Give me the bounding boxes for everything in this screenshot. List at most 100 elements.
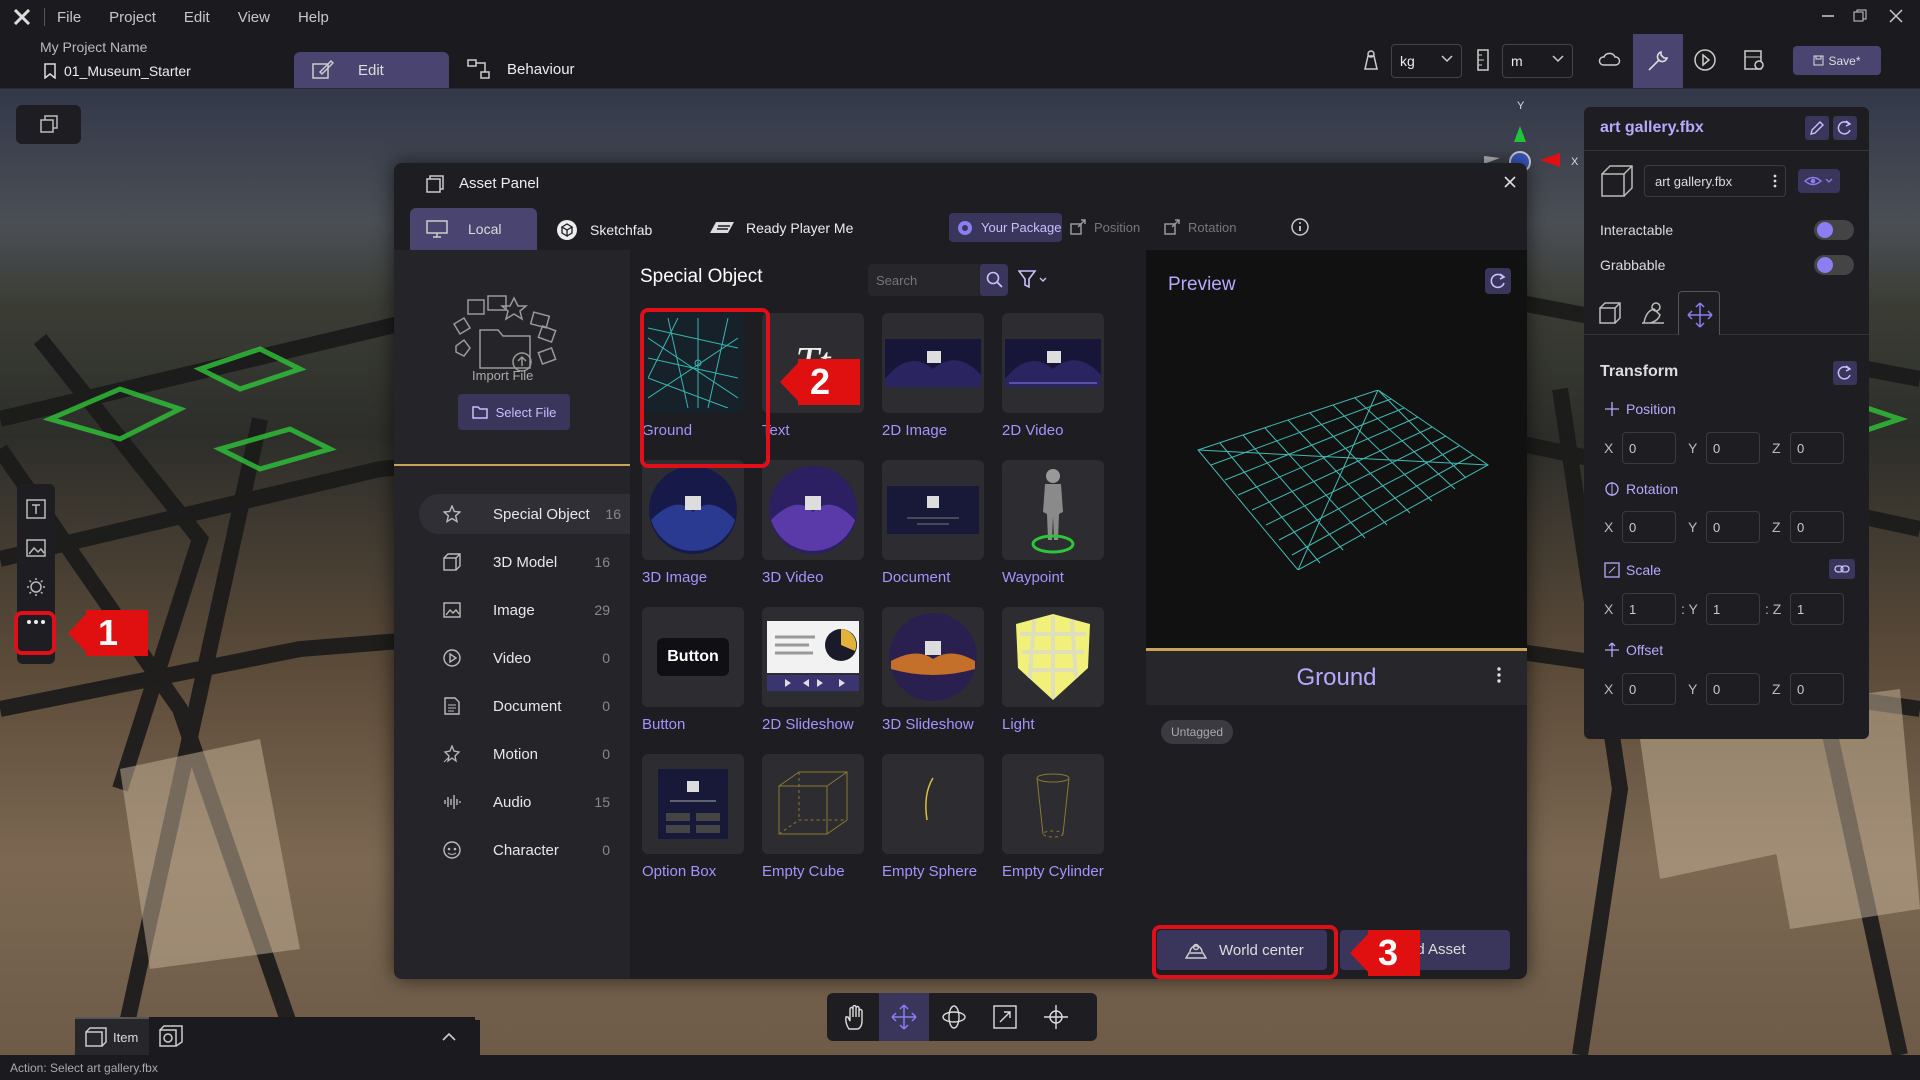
asset-empty-cylinder[interactable]: Empty Cylinder bbox=[1002, 754, 1104, 894]
menu-view[interactable]: View bbox=[238, 9, 270, 26]
mode-tab-edit[interactable]: Edit bbox=[294, 52, 449, 88]
rotation-y-input[interactable]: 0 bbox=[1706, 511, 1760, 543]
filter-icon[interactable] bbox=[1018, 270, 1050, 290]
scale-y-input[interactable]: 1 bbox=[1706, 593, 1760, 625]
restore-icon[interactable] bbox=[1852, 8, 1868, 24]
asset-button[interactable]: Button Button bbox=[642, 607, 744, 747]
image-tool-icon[interactable] bbox=[26, 539, 46, 557]
light-tool-icon[interactable] bbox=[26, 577, 46, 597]
position-z-input[interactable]: 0 bbox=[1790, 432, 1844, 464]
scene-selector[interactable]: 01_Museum_Starter bbox=[44, 63, 191, 79]
menu-help[interactable]: Help bbox=[298, 9, 329, 26]
objects-icon[interactable] bbox=[159, 1025, 183, 1047]
search-button[interactable] bbox=[980, 264, 1008, 296]
layers-button[interactable] bbox=[16, 105, 81, 144]
hand-icon[interactable] bbox=[843, 1005, 867, 1031]
asset-waypoint[interactable]: Waypoint bbox=[1002, 460, 1104, 600]
chevron-down-icon bbox=[1552, 55, 1564, 63]
category-character[interactable]: Character 0 bbox=[419, 830, 619, 870]
category-3d-model[interactable]: 3D Model 16 bbox=[419, 542, 619, 582]
offset-x-input[interactable]: 0 bbox=[1622, 673, 1676, 705]
asset-document[interactable]: Document bbox=[882, 460, 984, 600]
cloud-icon[interactable] bbox=[1597, 49, 1621, 69]
menu-file[interactable]: File bbox=[57, 9, 81, 26]
rotate-tool-icon[interactable] bbox=[941, 1004, 967, 1030]
category-special-object[interactable]: Special Object 16 bbox=[419, 494, 630, 534]
mode-tab-behaviour[interactable]: Behaviour bbox=[467, 59, 575, 79]
category-image[interactable]: Image 29 bbox=[419, 590, 619, 630]
info-icon[interactable] bbox=[1291, 218, 1309, 236]
asset-3d-video[interactable]: 3D Video bbox=[762, 460, 864, 600]
pivot-tool-icon[interactable] bbox=[1043, 1004, 1069, 1030]
move-tool-button[interactable] bbox=[879, 993, 929, 1041]
category-audio[interactable]: Audio 15 bbox=[419, 782, 619, 822]
offset-y-input[interactable]: 0 bbox=[1706, 673, 1760, 705]
asset-empty-cube[interactable]: Empty Cube bbox=[762, 754, 864, 894]
category-document[interactable]: Document 0 bbox=[419, 686, 619, 726]
position-x-input[interactable]: 0 bbox=[1622, 432, 1676, 464]
asset-empty-sphere[interactable]: Empty Sphere bbox=[882, 754, 984, 894]
kebab-menu-icon[interactable] bbox=[1773, 174, 1777, 188]
position-y-input[interactable]: 0 bbox=[1706, 432, 1760, 464]
star-icon bbox=[441, 505, 463, 523]
your-package-button[interactable]: Your Package bbox=[949, 213, 1062, 242]
reset-transform-button[interactable] bbox=[1833, 361, 1857, 385]
position-toggle[interactable]: Position bbox=[1070, 219, 1140, 235]
scale-tool-icon[interactable] bbox=[992, 1004, 1018, 1030]
tab-rpm-label: Ready Player Me bbox=[746, 220, 854, 236]
tab-model-icon[interactable] bbox=[1598, 301, 1622, 325]
preview-pane[interactable]: Preview bbox=[1146, 250, 1527, 648]
tab-transform[interactable] bbox=[1678, 291, 1720, 335]
inspector-tabs bbox=[1584, 291, 1869, 335]
asset-2d-video[interactable]: 2D Video bbox=[1002, 313, 1104, 453]
interactable-toggle[interactable] bbox=[1814, 220, 1854, 240]
grabbable-toggle[interactable] bbox=[1814, 255, 1854, 275]
select-file-button[interactable]: Select File bbox=[458, 394, 570, 430]
close-window-icon[interactable] bbox=[1888, 8, 1904, 24]
object-cube-icon bbox=[1600, 164, 1634, 198]
asset-2d-slideshow[interactable]: 2D Slideshow bbox=[762, 607, 864, 747]
scale-z-input[interactable]: 1 bbox=[1790, 593, 1844, 625]
close-icon[interactable] bbox=[1503, 175, 1517, 189]
rotation-z-input[interactable]: 0 bbox=[1790, 511, 1844, 543]
category-motion[interactable]: Motion 0 bbox=[419, 734, 619, 774]
asset-light[interactable]: Light bbox=[1002, 607, 1104, 747]
asset-option-box[interactable]: Option Box bbox=[642, 754, 744, 894]
rotation-toggle[interactable]: Rotation bbox=[1164, 219, 1236, 235]
asset-3d-image[interactable]: 3D Image bbox=[642, 460, 744, 600]
publish-icon[interactable] bbox=[1742, 48, 1766, 72]
asset-2d-image[interactable]: 2D Image bbox=[882, 313, 984, 453]
scale-x-input[interactable]: 1 bbox=[1622, 593, 1676, 625]
mass-unit-select[interactable]: kg bbox=[1391, 44, 1462, 78]
tag-chip[interactable]: Untagged bbox=[1161, 720, 1234, 744]
chevron-up-icon[interactable] bbox=[442, 1032, 456, 1042]
menu-edit[interactable]: Edit bbox=[184, 9, 210, 26]
tools-button[interactable] bbox=[1633, 34, 1683, 88]
reset-object-button[interactable] bbox=[1833, 116, 1857, 140]
menu-project[interactable]: Project bbox=[109, 9, 156, 26]
kebab-menu-icon[interactable] bbox=[1497, 667, 1501, 683]
link-scale-button[interactable] bbox=[1829, 559, 1855, 579]
highlight-ground bbox=[640, 308, 770, 468]
minimize-icon[interactable] bbox=[1820, 8, 1836, 24]
reset-view-button[interactable] bbox=[1485, 268, 1511, 294]
play-icon[interactable] bbox=[1693, 48, 1717, 72]
rotation-x-input[interactable]: 0 bbox=[1622, 511, 1676, 543]
tab-item[interactable]: Item bbox=[75, 1017, 149, 1055]
text-tool-icon[interactable] bbox=[26, 499, 46, 519]
file-name-field[interactable]: art gallery.fbx bbox=[1644, 165, 1786, 197]
preview-title: Preview bbox=[1168, 274, 1236, 295]
search-input[interactable]: Search bbox=[868, 264, 988, 296]
save-button[interactable]: Save* bbox=[1793, 46, 1881, 75]
tab-sketchfab[interactable]: Sketchfab bbox=[556, 219, 652, 241]
rename-button[interactable] bbox=[1805, 116, 1829, 140]
length-unit-select[interactable]: m bbox=[1502, 44, 1573, 78]
tab-ready-player-me[interactable]: Ready Player Me bbox=[708, 219, 853, 237]
document-thumbnail bbox=[882, 460, 984, 560]
category-video[interactable]: Video 0 bbox=[419, 638, 619, 678]
visibility-dropdown[interactable] bbox=[1798, 169, 1840, 193]
tab-local[interactable]: Local bbox=[410, 208, 537, 250]
tab-material-icon[interactable] bbox=[1640, 301, 1666, 325]
asset-3d-slideshow[interactable]: 3D Slideshow bbox=[882, 607, 984, 747]
offset-z-input[interactable]: 0 bbox=[1790, 673, 1844, 705]
